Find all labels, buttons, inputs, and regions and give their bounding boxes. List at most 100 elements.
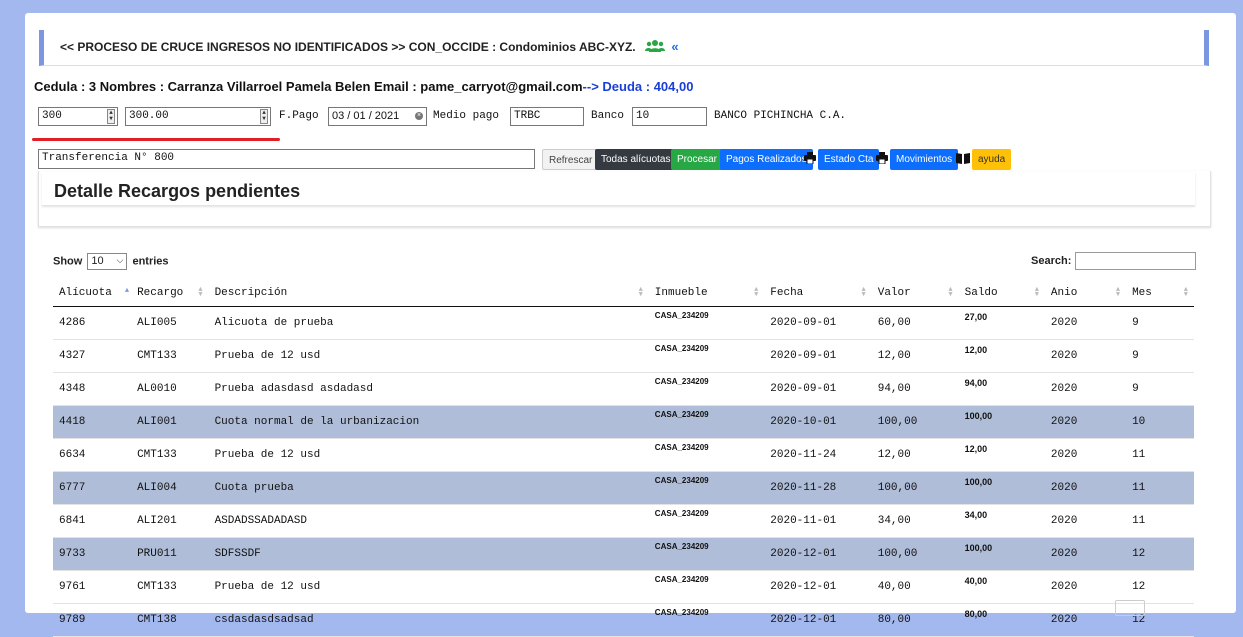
cell-mes: 11 bbox=[1126, 471, 1194, 505]
sort-icon: ▲ ▼ bbox=[754, 286, 759, 299]
entries-select[interactable]: 10 ⌵ bbox=[87, 253, 128, 270]
cell-fecha: 2020-09-01 bbox=[764, 306, 872, 340]
cell-mes: 12 bbox=[1126, 537, 1194, 571]
cell-inmueble: CASA_234209 bbox=[648, 537, 765, 571]
amount-value: 300.00 bbox=[129, 110, 169, 122]
estado-cta-button[interactable]: Estado Cta bbox=[818, 149, 880, 170]
pagination-control[interactable] bbox=[1115, 600, 1145, 616]
table-row[interactable]: 9789 CMT138 csdasdasdsadsad CASA_234209 2020… bbox=[53, 603, 1194, 637]
quantity-value: 300 bbox=[42, 110, 62, 122]
column-header[interactable]: Valor ▲ ▼ bbox=[871, 280, 959, 307]
table-row[interactable]: 9761 CMT133 Prueba de 12 usd CASA_234209 202… bbox=[53, 570, 1194, 604]
cell-fecha: 2020-11-28 bbox=[764, 471, 872, 505]
clear-date-icon[interactable]: × bbox=[415, 112, 423, 120]
info-arrow: --> bbox=[582, 79, 599, 94]
cell-alicuota: 6841 bbox=[53, 504, 132, 538]
table-row[interactable]: 6841 ALI201 ASDADSSADADASD CASA_234209 2020-… bbox=[53, 504, 1194, 538]
procesar-button[interactable]: Procesar bbox=[671, 149, 724, 170]
cell-valor: 34,00 bbox=[871, 504, 959, 538]
table-row[interactable]: 4418 ALI001 Cuota normal de la urbanizacio… bbox=[53, 405, 1194, 439]
table-row[interactable]: 4286 ALI005 Alicuota de prueba CASA_234209 2… bbox=[53, 306, 1194, 340]
banco-input[interactable]: 10 bbox=[632, 107, 707, 126]
cell-alicuota: 4418 bbox=[53, 405, 132, 439]
column-header[interactable]: Anio ▲ ▼ bbox=[1044, 280, 1127, 307]
column-header[interactable]: Alícuota ▲ bbox=[53, 280, 132, 307]
column-header-label: Descripción bbox=[214, 287, 288, 299]
print-icon[interactable] bbox=[876, 152, 888, 167]
cell-descripcion: SDFSSDF bbox=[208, 537, 649, 571]
cell-mes: 9 bbox=[1126, 306, 1194, 340]
column-header[interactable]: Inmueble ▲ ▼ bbox=[648, 280, 765, 307]
column-header-label: Saldo bbox=[964, 287, 998, 299]
table-row[interactable]: 4327 CMT133 Prueba de 12 usd CASA_234209 202… bbox=[53, 339, 1194, 373]
fpago-label: F.Pago bbox=[279, 110, 319, 122]
book-icon[interactable] bbox=[956, 152, 970, 167]
cell-alicuota: 4286 bbox=[53, 306, 132, 340]
cell-valor: 80,00 bbox=[871, 603, 959, 637]
cell-anio: 2020 bbox=[1044, 438, 1127, 472]
column-header[interactable]: Recargo ▲ ▼ bbox=[131, 280, 209, 307]
medio-pago-input[interactable]: TRBC bbox=[510, 107, 584, 126]
sort-icon: ▲ ▼ bbox=[861, 286, 866, 299]
cell-alicuota: 4327 bbox=[53, 339, 132, 373]
cell-anio: 2020 bbox=[1044, 339, 1127, 373]
column-header-label: Valor bbox=[877, 287, 911, 299]
todas-alicuotas-button[interactable]: Todas alícuotas bbox=[595, 149, 677, 170]
cell-anio: 2020 bbox=[1044, 372, 1127, 406]
table-row[interactable]: 6777 ALI004 Cuota prueba CASA_234209 2020-11… bbox=[53, 471, 1194, 505]
movimientos-button[interactable]: Movimientos bbox=[890, 149, 959, 170]
cell-saldo: 94,00 bbox=[958, 372, 1045, 406]
table-header-row: Alícuota ▲ Recargo ▲ ▼ Descripción ▲ ▼ Inmueble ▲… bbox=[53, 280, 1194, 307]
search-input[interactable] bbox=[1075, 252, 1197, 270]
cell-recargo: ALI201 bbox=[131, 504, 209, 538]
amount-input[interactable]: 300.00 ▲ ▼ bbox=[125, 107, 271, 126]
column-header[interactable]: Saldo ▲ ▼ bbox=[958, 280, 1045, 307]
transfer-reference-input[interactable]: Transferencia N° 800 bbox=[38, 149, 535, 169]
cell-fecha: 2020-12-01 bbox=[764, 603, 872, 637]
main-card: << PROCESO DE CRUCE INGRESOS NO IDENTIFI… bbox=[25, 13, 1236, 637]
chevron-left-double-icon[interactable]: « bbox=[671, 39, 678, 54]
sort-asc-icon: ▲ bbox=[124, 287, 130, 295]
cell-inmueble: CASA_234209 bbox=[648, 438, 765, 472]
medio-pago-label: Medio pago bbox=[433, 110, 500, 122]
quantity-input[interactable]: 300 ▲ ▼ bbox=[38, 107, 118, 126]
detalle-panel: Detalle Recargos pendientes bbox=[38, 171, 1211, 227]
table-row[interactable]: 9733 PRU011 SDFSSDF CASA_234209 2020-12-01 10… bbox=[53, 537, 1194, 571]
ayuda-button[interactable]: ayuda bbox=[972, 149, 1012, 170]
red-underline bbox=[32, 138, 280, 141]
cell-descripcion: Cuota normal de la urbanizacion bbox=[208, 405, 649, 439]
sort-icon: ▲ ▼ bbox=[1034, 286, 1039, 299]
column-header[interactable]: Descripción ▲ ▼ bbox=[208, 280, 649, 307]
quantity-stepper[interactable]: ▲ ▼ bbox=[107, 109, 115, 124]
column-header-label: Fecha bbox=[770, 287, 804, 299]
users-icon bbox=[644, 39, 665, 56]
cell-fecha: 2020-12-01 bbox=[764, 537, 872, 571]
medio-pago-value: TRBC bbox=[514, 110, 541, 122]
cell-descripcion: Prueba adasdasd asdadasd bbox=[208, 372, 649, 406]
cell-saldo: 34,00 bbox=[958, 504, 1045, 538]
search-label: Search: bbox=[1031, 254, 1072, 267]
cell-fecha: 2020-11-01 bbox=[764, 504, 872, 538]
client-info-text: Cedula : 3 Nombres : Carranza Villarroel… bbox=[34, 79, 583, 94]
cell-inmueble: CASA_234209 bbox=[648, 306, 765, 340]
show-label: Show bbox=[53, 255, 83, 268]
cell-inmueble: CASA_234209 bbox=[648, 504, 765, 538]
cell-mes: 10 bbox=[1126, 405, 1194, 439]
sort-icon: ▲ ▼ bbox=[1183, 286, 1188, 299]
refrescar-button[interactable]: Refrescar bbox=[542, 149, 600, 170]
pagos-realizados-button[interactable]: Pagos Realizados bbox=[720, 149, 813, 170]
table-row[interactable]: 4348 AL0010 Prueba adasdasd asdadasd CASA_2… bbox=[53, 372, 1194, 406]
fecha-pago-input[interactable]: 03 / 01 / 2021 × bbox=[328, 107, 427, 126]
chevron-down-icon: ⌵ bbox=[116, 255, 124, 265]
column-header[interactable]: Fecha ▲ ▼ bbox=[764, 280, 872, 307]
cell-anio: 2020 bbox=[1044, 603, 1127, 637]
column-header[interactable]: Mes ▲ ▼ bbox=[1126, 280, 1194, 307]
cell-descripcion: Cuota prueba bbox=[208, 471, 649, 505]
cell-valor: 12,00 bbox=[871, 438, 959, 472]
table-row[interactable]: 6634 CMT133 Prueba de 12 usd CASA_234209 202… bbox=[53, 438, 1194, 472]
amount-stepper[interactable]: ▲ ▼ bbox=[260, 109, 268, 124]
cell-mes: 9 bbox=[1126, 372, 1194, 406]
cell-saldo: 27,00 bbox=[958, 306, 1045, 340]
cell-alicuota: 9761 bbox=[53, 570, 132, 604]
print-icon[interactable] bbox=[804, 152, 816, 167]
